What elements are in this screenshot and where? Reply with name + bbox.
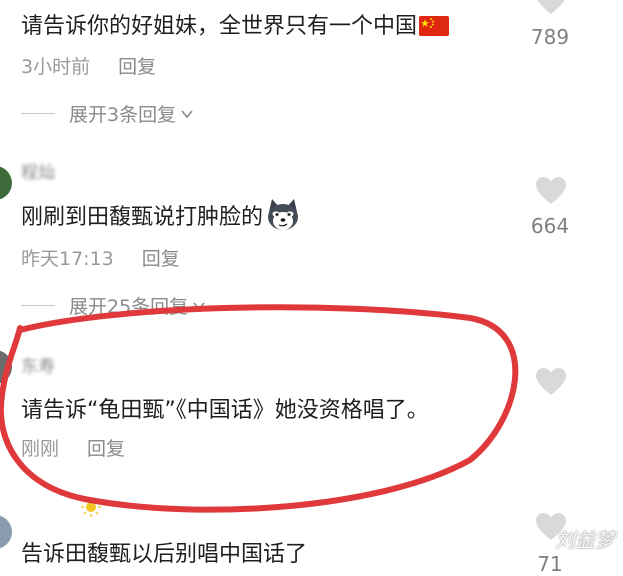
comment-text-container: 刚刷到田馥甄说打肿脸的	[21, 198, 301, 238]
expand-replies-button[interactable]: 展开25条回复	[21, 292, 206, 319]
like-count: 71	[537, 552, 563, 576]
avatar[interactable]	[0, 166, 12, 200]
comment-meta: 3小时前 回复	[21, 52, 156, 79]
comment-username[interactable]: 程灿	[21, 158, 55, 183]
avatar[interactable]	[0, 350, 12, 384]
comment-text: 请告诉“龟田甄”《中国话》她没资格唱了。	[21, 398, 429, 423]
comment-text-container: 请告诉你的好姐妹，全世界只有一个中国	[21, 8, 450, 42]
divider-line	[21, 113, 55, 114]
watermark: 刘益梦	[555, 528, 615, 552]
comment-meta: 昨天17:13 回复	[21, 244, 180, 271]
reply-button[interactable]: 回复	[118, 56, 156, 78]
user-badge-icon	[80, 496, 102, 522]
expand-replies-button[interactable]: 展开3条回复	[21, 100, 194, 127]
comment-time: 3小时前	[21, 56, 91, 78]
chevron-down-icon	[193, 301, 205, 310]
heart-icon[interactable]	[535, 176, 567, 206]
divider-line	[21, 305, 55, 306]
comment-text: 告诉田馥甄以后别唱中国话了	[21, 542, 308, 567]
heart-icon[interactable]	[535, 0, 567, 16]
reply-button[interactable]: 回复	[142, 248, 180, 270]
comment-text: 请告诉你的好姐妹，全世界只有一个中国	[21, 14, 418, 39]
chevron-down-icon	[181, 109, 193, 118]
comment-username[interactable]: 东寿	[21, 352, 55, 377]
expand-replies-label: 展开3条回复	[69, 104, 177, 126]
highlight-ring	[0, 304, 519, 513]
husky-dog-face-icon	[265, 198, 301, 238]
heart-icon[interactable]	[535, 367, 567, 397]
china-flag-icon	[419, 16, 450, 42]
comment-meta: 刚刚 回复	[21, 434, 125, 461]
comment-time: 昨天17:13	[21, 248, 114, 270]
comment-time: 刚刚	[21, 438, 60, 460]
expand-replies-label: 展开25条回复	[69, 296, 189, 318]
avatar[interactable]	[0, 515, 12, 549]
comment-text: 刚刷到田馥甄说打肿脸的	[21, 205, 264, 230]
like-count: 789	[530, 25, 570, 49]
like-count: 664	[530, 214, 570, 238]
reply-button[interactable]: 回复	[87, 438, 125, 460]
